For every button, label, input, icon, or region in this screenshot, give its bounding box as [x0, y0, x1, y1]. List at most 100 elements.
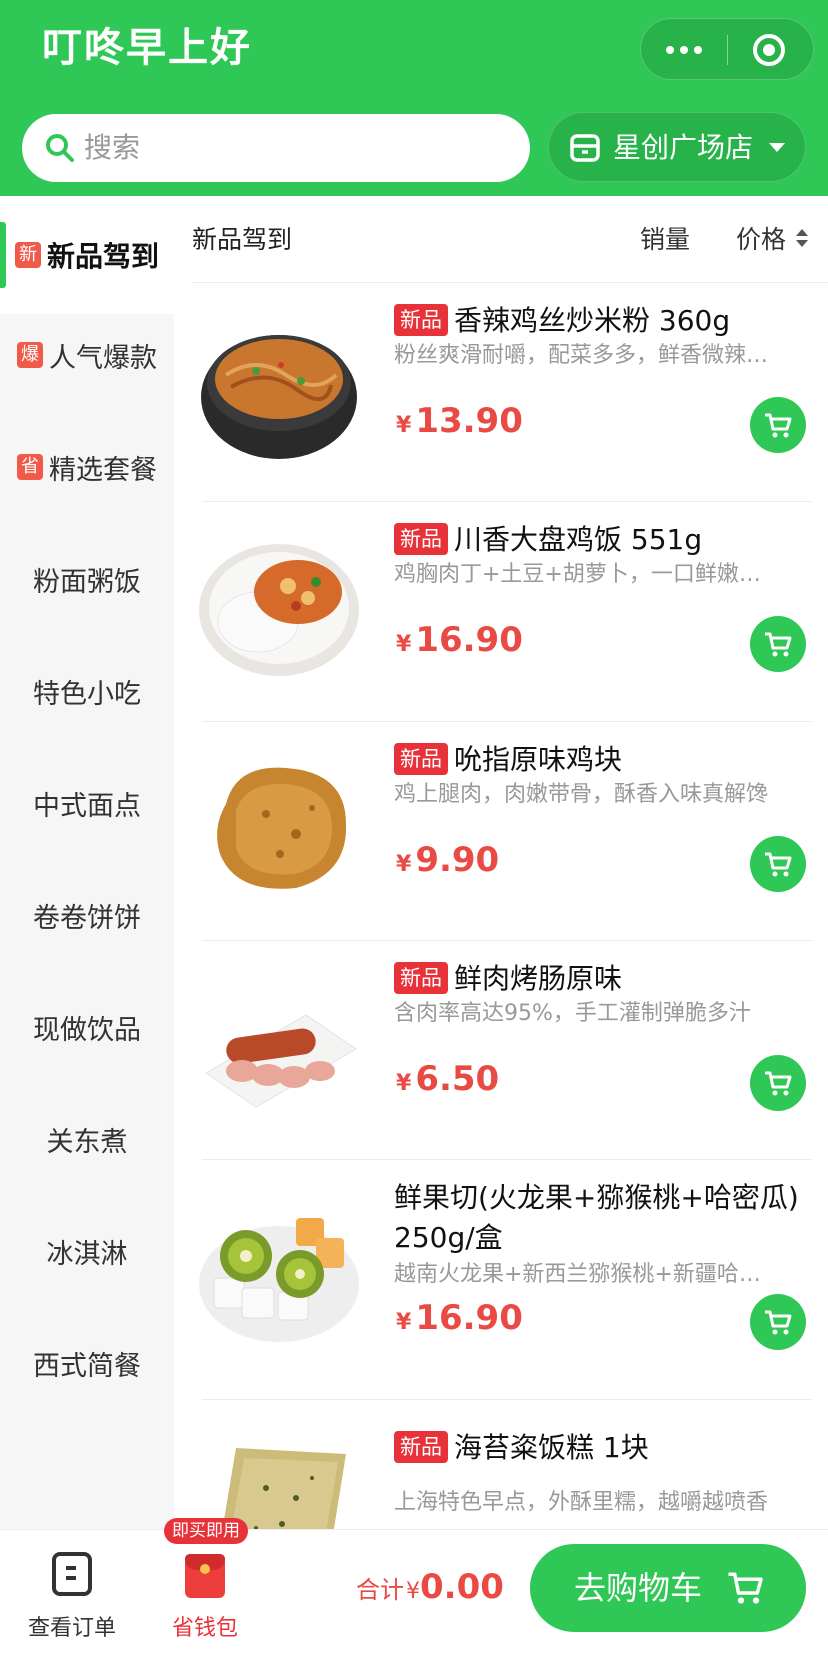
wallet-button[interactable]: 即买即用 省钱包 [160, 1518, 250, 1642]
top-header: 叮咚早上好 搜索 星创广场店 [0, 0, 828, 196]
category-sidebar: 新 新品驾到 爆 人气爆款 省 精选套餐 粉面粥饭 特色小吃 中式面点 卷卷饼饼… [0, 196, 174, 1529]
cart-icon [765, 1310, 792, 1335]
product-desc: 越南火龙果+新西兰猕猴桃+新疆哈… [394, 1262, 761, 1287]
store-icon [570, 134, 600, 162]
cart-icon [765, 632, 792, 657]
product-card[interactable]: 新品 吮指原味鸡块 鸡上腿肉，肉嫩带骨，酥香入味真解馋 ¥9.90 [192, 722, 828, 941]
checkout-label: 去购物车 [574, 1569, 703, 1607]
app-logo: 叮咚早上好 [42, 25, 252, 71]
add-to-cart-button[interactable] [750, 616, 806, 672]
product-image-sausage[interactable] [196, 963, 362, 1129]
target-icon[interactable] [753, 34, 785, 66]
product-title: 新品 香辣鸡丝炒米粉 360g [394, 301, 814, 341]
wallet-tip-badge: 即买即用 [164, 1518, 248, 1544]
cart-icon [765, 852, 792, 877]
product-image-rice-noodles[interactable] [196, 305, 362, 471]
product-card[interactable]: 新品 川香大盘鸡饭 551g 鸡胸肉丁+土豆+胡萝卜，一口鲜嫩… ¥16.90 [192, 502, 828, 722]
product-price: ¥16.90 [396, 620, 523, 660]
product-image-fried-chicken[interactable] [196, 744, 362, 910]
sort-icon[interactable] [796, 229, 808, 251]
section-title: 新品驾到 [192, 225, 293, 254]
cart-icon [765, 1071, 792, 1096]
product-price: ¥6.50 [396, 1059, 500, 1099]
search-icon [46, 134, 74, 162]
save-badge: 省 [17, 454, 43, 480]
product-title: 鲜果切(火龙果+猕猴桃+哈密瓜) 250g/盒 [394, 1178, 814, 1258]
sort-by-price[interactable]: 价格 [736, 196, 786, 284]
product-desc: 粉丝爽滑耐嚼，配菜多多，鲜香微辣… [394, 343, 769, 368]
sidebar-item-label: 精选套餐 [49, 454, 157, 486]
sidebar-item-drinks[interactable]: 现做饮品 [0, 968, 174, 1086]
sidebar-item-chinese-pastry[interactable]: 中式面点 [0, 744, 174, 862]
sidebar-item-wraps[interactable]: 卷卷饼饼 [0, 856, 174, 974]
sidebar-item-label: 冰淇淋 [46, 1238, 128, 1270]
product-image-fruit-box[interactable] [196, 1188, 362, 1354]
sidebar-item-oden[interactable]: 关东煮 [0, 1080, 174, 1198]
cart-total: 合计¥0.00 [356, 1567, 504, 1607]
product-card[interactable]: 新品 海苔粢饭糕 1块 上海特色早点，外酥里糯，越嚼越喷香 [192, 1400, 828, 1529]
sidebar-item-popular[interactable]: 爆 人气爆款 [0, 296, 174, 414]
product-title: 新品 川香大盘鸡饭 551g [394, 520, 814, 560]
search-input[interactable]: 搜索 [22, 114, 530, 182]
product-card[interactable]: 鲜果切(火龙果+猕猴桃+哈密瓜) 250g/盒 越南火龙果+新西兰猕猴桃+新疆哈… [192, 1160, 828, 1400]
product-desc: 上海特色早点，外酥里糯，越嚼越喷香 [394, 1490, 769, 1515]
sidebar-item-label: 关东煮 [46, 1126, 128, 1158]
order-icon [52, 1552, 92, 1596]
product-price: ¥16.90 [396, 1298, 523, 1338]
sidebar-item-label: 特色小吃 [33, 678, 141, 710]
sidebar-item-label: 卷卷饼饼 [33, 902, 141, 934]
product-name: 鲜肉烤肠原味 [454, 962, 623, 995]
product-title: 新品 鲜肉烤肠原味 [394, 959, 814, 999]
product-title: 新品 海苔粢饭糕 1块 [394, 1428, 814, 1468]
product-name: 香辣鸡丝炒米粉 360g [454, 304, 731, 337]
sidebar-item-ice-cream[interactable]: 冰淇淋 [0, 1192, 174, 1310]
hot-badge: 爆 [17, 342, 43, 368]
sort-by-sales[interactable]: 销量 [640, 196, 690, 284]
product-name: 川香大盘鸡饭 551g [454, 523, 703, 556]
product-card[interactable]: 新品 鲜肉烤肠原味 含肉率高达95%，手工灌制弹脆多汁 ¥6.50 [192, 941, 828, 1160]
more-dots-icon[interactable] [641, 19, 727, 81]
wallet-label: 省钱包 [171, 1616, 238, 1641]
cart-icon [728, 1572, 763, 1604]
product-name: 海苔粢饭糕 1块 [454, 1431, 649, 1464]
sidebar-item-label: 西式简餐 [33, 1350, 141, 1382]
new-tag: 新品 [394, 304, 448, 336]
bottom-bar: 查看订单 即买即用 省钱包 合计¥0.00 去购物车 [0, 1518, 828, 1653]
sidebar-item-label: 新品驾到 [46, 240, 159, 273]
product-price: ¥9.90 [396, 840, 500, 880]
add-to-cart-button[interactable] [750, 1055, 806, 1111]
product-title: 新品 吮指原味鸡块 [394, 740, 814, 780]
red-packet-icon [185, 1554, 225, 1598]
add-to-cart-button[interactable] [750, 836, 806, 892]
caret-down-icon [769, 143, 785, 152]
view-orders-button[interactable]: 查看订单 [20, 1542, 124, 1642]
list-header: 新品驾到 销量 价格 [192, 196, 828, 284]
add-to-cart-button[interactable] [750, 1294, 806, 1350]
sidebar-item-label: 中式面点 [33, 790, 141, 822]
new-tag: 新品 [394, 743, 448, 775]
product-card[interactable]: 新品 香辣鸡丝炒米粉 360g 粉丝爽滑耐嚼，配菜多多，鲜香微辣… ¥13.90 [192, 283, 828, 502]
sidebar-item-label: 粉面粥饭 [33, 566, 141, 598]
product-image-chicken-rice[interactable] [196, 524, 362, 690]
sidebar-item-western[interactable]: 西式简餐 [0, 1304, 174, 1422]
new-tag: 新品 [394, 1431, 448, 1463]
sidebar-item-combos[interactable]: 省 精选套餐 [0, 408, 174, 526]
sidebar-item-noodles-rice[interactable]: 粉面粥饭 [0, 520, 174, 638]
miniprogram-capsule [640, 18, 814, 80]
add-to-cart-button[interactable] [750, 397, 806, 453]
orders-label: 查看订单 [27, 1616, 116, 1641]
new-tag: 新品 [394, 523, 448, 555]
store-selector[interactable]: 星创广场店 [548, 112, 806, 182]
store-name: 星创广场店 [613, 131, 754, 164]
sidebar-item-label: 人气爆款 [49, 342, 157, 374]
cart-icon [765, 413, 792, 438]
go-to-cart-button[interactable]: 去购物车 [530, 1544, 806, 1632]
product-image-rice-cake[interactable] [196, 1428, 362, 1529]
product-desc: 鸡胸肉丁+土豆+胡萝卜，一口鲜嫩… [394, 562, 761, 587]
sidebar-item-snacks[interactable]: 特色小吃 [0, 632, 174, 750]
product-desc: 含肉率高达95%，手工灌制弹脆多汁 [394, 1001, 751, 1026]
new-badge: 新 [14, 242, 41, 268]
product-name: 鲜果切(火龙果+猕猴桃+哈密瓜) 250g/盒 [394, 1181, 799, 1254]
capsule-divider [727, 35, 728, 65]
product-name: 吮指原味鸡块 [454, 743, 623, 776]
